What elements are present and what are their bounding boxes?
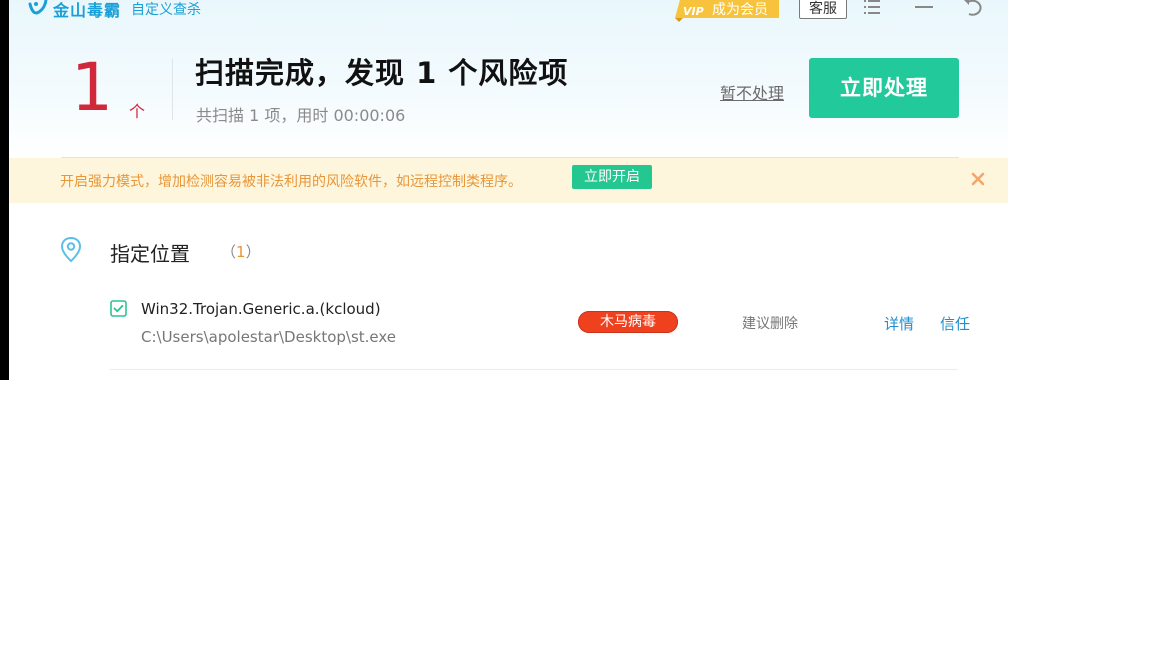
kingsoft-logo-icon [28, 0, 48, 15]
brand-name: 金山毒霸 [53, 1, 122, 20]
notice-text: 开启强力模式，增加检测容易被非法利用的风险软件，如远程控制类程序。 [60, 174, 522, 190]
scan-mode-title: 自定义查杀 [131, 2, 201, 18]
close-icon[interactable] [967, 168, 989, 190]
section-count: （1） [221, 241, 261, 262]
scan-result-detail: 共扫描 1 项，用时 00:00:06 [196, 106, 406, 125]
antivirus-window: 金山毒霸 自定义查杀 VIP 成为会员 客服 1 个 扫描完成，发现 1 个风险… [9, 0, 1008, 380]
vip-label[interactable]: 成为会员 [712, 0, 768, 19]
threat-suggestion: 建议删除 [742, 316, 798, 332]
checkbox-checked-icon[interactable] [110, 300, 127, 317]
power-mode-notice: 开启强力模式，增加检测容易被非法利用的风险软件，如远程控制类程序。 立即开启 [9, 158, 1008, 203]
left-edge [0, 0, 9, 380]
section-title: 指定位置 [110, 242, 190, 266]
ignore-link[interactable]: 暂不处理 [720, 80, 784, 104]
threat-name: Win32.Trojan.Generic.a.(kcloud) [141, 300, 381, 318]
undo-icon[interactable] [961, 0, 985, 20]
svg-text:VIP: VIP [683, 5, 704, 18]
result-header: 金山毒霸 自定义查杀 VIP 成为会员 客服 1 个 扫描完成，发现 1 个风险… [9, 0, 1008, 158]
section-count-number: 1 [236, 243, 246, 261]
threat-type-badge: 木马病毒 [578, 311, 678, 333]
section-count-close: ） [245, 243, 261, 261]
row-divider [110, 369, 958, 370]
enable-power-mode-button[interactable]: 立即开启 [572, 165, 652, 189]
vertical-divider [172, 58, 173, 120]
scan-result-title: 扫描完成，发现 1 个风险项 [195, 56, 569, 90]
title-bar: 金山毒霸 自定义查杀 VIP 成为会员 客服 [9, 0, 1008, 24]
customer-service-button[interactable]: 客服 [799, 0, 847, 19]
section-count-open: （ [221, 243, 237, 261]
risk-count-unit: 个 [129, 102, 146, 121]
threat-trust-link[interactable]: 信任 [940, 313, 970, 334]
risk-count: 1 [71, 49, 113, 126]
location-pin-icon [60, 236, 82, 263]
menu-icon[interactable] [861, 0, 885, 20]
threat-path: C:\Users\apolestar\Desktop\st.exe [141, 328, 397, 346]
handle-now-button[interactable]: 立即处理 [809, 58, 959, 118]
threat-detail-link[interactable]: 详情 [884, 313, 914, 334]
minimize-icon[interactable] [912, 0, 936, 20]
